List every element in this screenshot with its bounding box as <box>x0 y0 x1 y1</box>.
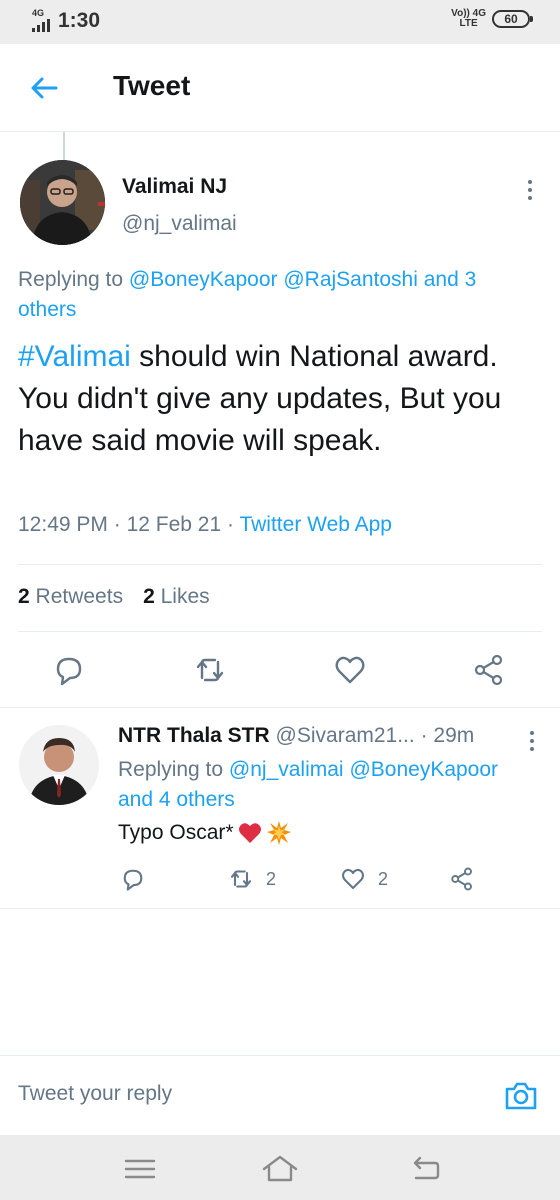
reply-author-handle[interactable]: @Sivaram21... <box>276 724 415 747</box>
reply-input[interactable] <box>18 1082 478 1106</box>
tweet-meta: 12:49 PM · 12 Feb 21 · Twitter Web App <box>18 513 392 537</box>
mention-link[interactable]: @BoneyKapoor <box>129 268 278 291</box>
camera-button[interactable] <box>503 1078 539 1114</box>
tweet-text: #Valimai should win National award. You … <box>18 336 543 462</box>
divider <box>0 908 560 909</box>
replying-to: Replying to @BoneyKapoor @RajSantoshi an… <box>18 265 538 325</box>
signal-icon <box>32 18 50 32</box>
more-vertical-icon <box>530 731 534 751</box>
page-title: Tweet <box>113 70 191 101</box>
reply-composer <box>0 1055 560 1135</box>
hashtag-link[interactable]: #Valimai <box>18 340 131 373</box>
reply-body: Typo Oscar* <box>118 821 234 844</box>
reply-reply-button[interactable] <box>118 862 148 896</box>
others-link[interactable]: and 4 others <box>118 788 235 811</box>
volte-bottom: LTE <box>459 18 478 29</box>
network-type: 4G <box>32 8 45 18</box>
app-header: Tweet <box>0 44 560 132</box>
source-app-link[interactable]: Twitter Web App <box>239 513 392 536</box>
likes-count: 2 <box>143 585 155 608</box>
likes-stat[interactable]: 2 Likes <box>143 585 210 609</box>
tweet-date: 12 Feb 21 <box>126 513 222 536</box>
author-handle[interactable]: @nj_valimai <box>122 212 237 236</box>
reply-button[interactable] <box>49 650 89 690</box>
mention-link[interactable]: @BoneyKapoor <box>349 758 498 781</box>
retweet-icon <box>230 870 252 888</box>
share-button[interactable] <box>469 650 509 690</box>
retweets-label: Retweets <box>35 585 124 608</box>
likes-label: Likes <box>160 585 210 608</box>
volte-indicator: Vo)) 4G LTE <box>451 9 486 29</box>
reply-icon <box>56 657 82 686</box>
system-nav-bar <box>0 1135 560 1200</box>
reply-actions: 2 2 <box>0 862 560 896</box>
avatar-image <box>19 725 99 805</box>
share-icon <box>474 654 503 686</box>
author-avatar[interactable] <box>20 160 105 245</box>
avatar-image <box>20 160 105 245</box>
tweet-stats: 2 Retweets 2 Likes <box>18 585 210 609</box>
reply-text: Typo Oscar* <box>118 820 292 846</box>
reply-time: · 29m <box>420 724 475 747</box>
menu-icon <box>124 1159 156 1179</box>
divider <box>0 707 560 708</box>
reply-more-options-button[interactable] <box>522 728 542 754</box>
back-nav-button[interactable] <box>408 1153 442 1183</box>
divider <box>18 564 542 565</box>
thread-connector <box>63 132 65 160</box>
reply-icon <box>123 869 143 891</box>
collision-emoji <box>266 821 291 845</box>
reply-replying-to: Replying to @nj_valimai @BoneyKapoor and… <box>118 755 538 815</box>
menu-button[interactable] <box>123 1153 157 1183</box>
status-right: Vo)) 4G LTE 60 <box>451 9 533 29</box>
retweet-icon <box>196 658 224 682</box>
meta-separator: · <box>227 513 234 536</box>
more-vertical-icon <box>528 180 532 200</box>
reply-author-name[interactable]: NTR Thala STR <box>118 724 270 747</box>
mention-link[interactable]: @RajSantoshi <box>283 268 418 291</box>
more-options-button[interactable] <box>520 176 540 206</box>
reply-share-button[interactable] <box>447 862 477 896</box>
retweets-count: 2 <box>18 585 30 608</box>
battery-icon: 60 <box>492 10 533 28</box>
retweets-stat[interactable]: 2 Retweets <box>18 585 123 609</box>
replying-prefix: Replying to <box>118 758 229 781</box>
like-icon <box>342 868 364 890</box>
back-button[interactable] <box>28 72 60 104</box>
author-name[interactable]: Valimai NJ <box>122 175 227 199</box>
tweet-time: 12:49 PM <box>18 513 108 536</box>
like-icon <box>335 656 365 684</box>
tweet-actions <box>0 650 560 690</box>
status-time: 1:30 <box>58 9 101 32</box>
mention-link[interactable]: @nj_valimai <box>229 758 344 781</box>
reply-retweet-count: 2 <box>266 868 277 889</box>
reply-header: NTR Thala STR @Sivaram21... · 29m <box>118 724 474 748</box>
back-nav-icon <box>413 1156 440 1180</box>
reply-like-button[interactable]: 2 <box>338 862 388 896</box>
divider <box>18 631 542 632</box>
camera-icon <box>505 1082 537 1110</box>
meta-separator: · <box>113 513 121 536</box>
home-icon <box>262 1155 298 1182</box>
status-left: 4G 1:30 <box>32 8 101 32</box>
replying-prefix: Replying to <box>18 268 129 291</box>
reply-author-avatar[interactable] <box>19 725 99 805</box>
heart-emoji <box>238 823 261 843</box>
share-icon <box>451 867 472 891</box>
like-button[interactable] <box>330 650 370 690</box>
status-bar: 4G 1:30 Vo)) 4G LTE 60 <box>0 0 560 44</box>
home-button[interactable] <box>262 1153 298 1183</box>
arrow-left-icon <box>31 77 58 99</box>
reply-like-count: 2 <box>378 868 389 889</box>
reply-retweet-button[interactable]: 2 <box>226 862 276 896</box>
retweet-button[interactable] <box>190 650 230 690</box>
